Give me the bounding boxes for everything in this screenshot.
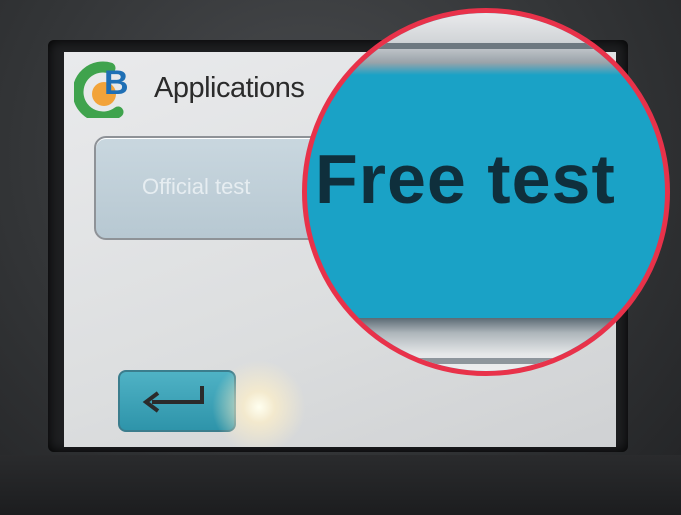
zoom-magnifier: Free test bbox=[302, 8, 670, 376]
cb-logo-icon: B bbox=[72, 61, 129, 123]
page-title: Applications bbox=[154, 72, 305, 104]
official-test-label: Official test bbox=[142, 174, 251, 199]
logo-letter: B bbox=[104, 64, 129, 102]
device-bezel-bottom bbox=[0, 455, 681, 515]
app-logo: B bbox=[72, 60, 140, 123]
magnified-free-test-label: Free test bbox=[315, 140, 616, 218]
back-button[interactable] bbox=[118, 370, 236, 432]
magnifier-bottom-edge bbox=[307, 318, 665, 371]
return-arrow-icon bbox=[142, 386, 204, 413]
magnifier-top-border bbox=[307, 43, 665, 49]
magnifier-bottom-border bbox=[307, 358, 665, 364]
